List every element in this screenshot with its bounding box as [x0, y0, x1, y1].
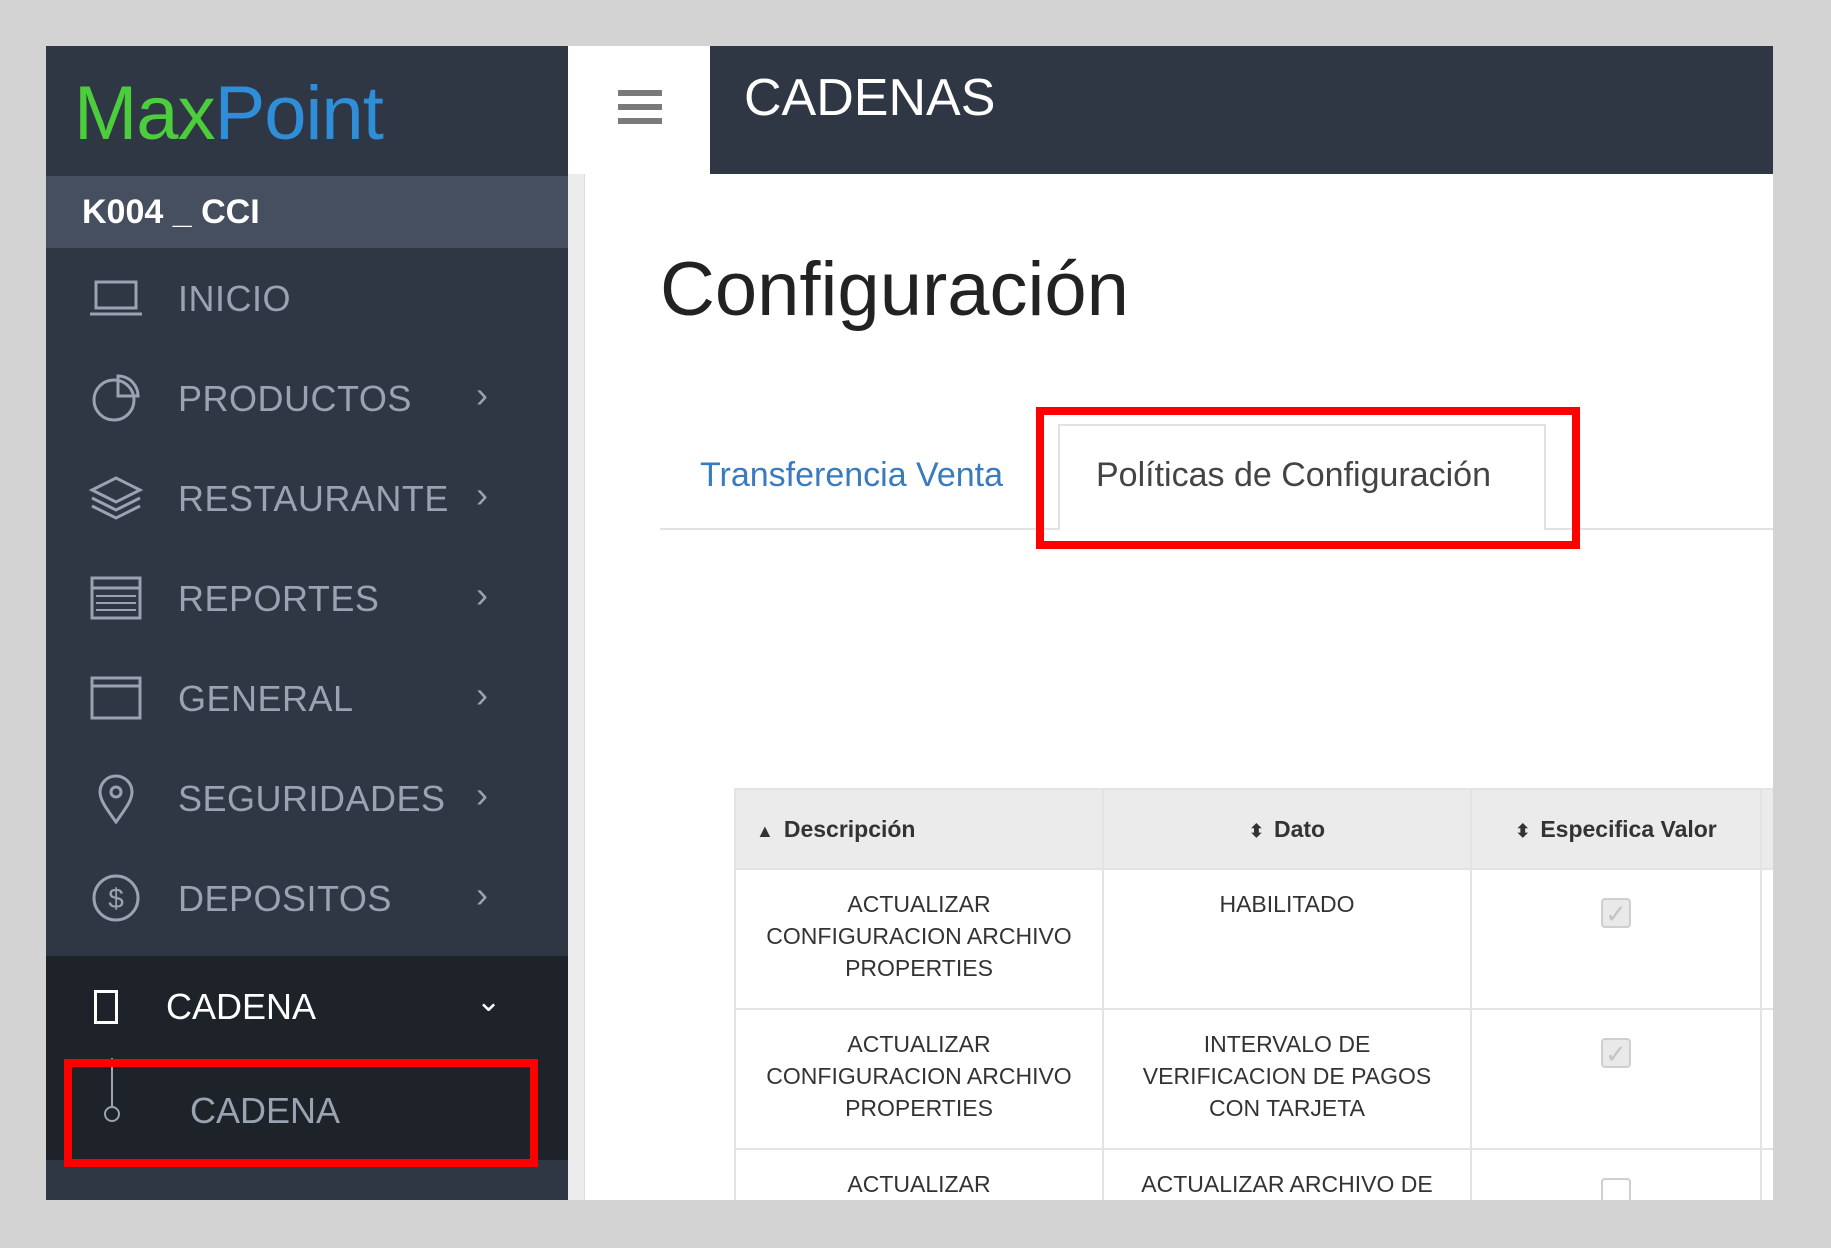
column-header-more — [1760, 788, 1773, 870]
chevron-right-icon: › — [476, 674, 488, 715]
topbar-title: CADENAS — [744, 69, 996, 127]
chevron-right-icon: › — [476, 374, 488, 415]
map-pin-icon — [98, 774, 134, 824]
hamburger-icon — [618, 104, 662, 110]
maxpoint-logo[interactable]: MaxPoint — [74, 70, 384, 157]
table-header-row: ▲ Descripción ⬍ Dato ⬍ Especifica Valor — [734, 788, 1773, 870]
highlight-box-tab — [1036, 407, 1580, 549]
sidebar-item-label: INICIO — [178, 278, 292, 319]
tab-transferencia-venta[interactable]: Transferencia Venta — [700, 456, 1003, 495]
sidebar: MaxPoint K004 _ CCI INICIO PRODUCTOS › R… — [46, 46, 568, 1200]
sidebar-item-reportes[interactable]: REPORTES › — [46, 548, 568, 648]
layers-icon — [88, 476, 144, 520]
table-row[interactable]: ACTUALIZAR ACTUALIZAR ARCHIVO DE — [734, 1148, 1773, 1200]
laptop-icon — [90, 280, 142, 316]
sidebar-item-cadena[interactable]: CADENA ⌄ — [46, 956, 568, 1056]
chevron-right-icon: › — [476, 774, 488, 815]
sort-icon: ⬍ — [1515, 820, 1531, 841]
sidebar-item-label: REPORTES — [178, 578, 380, 619]
cell-dato: INTERVALO DE VERIFICACION DE PAGOS CON TAR… — [1102, 1008, 1472, 1150]
chevron-right-icon: › — [476, 874, 488, 915]
checkbox-checked[interactable]: ✓ — [1601, 1038, 1631, 1068]
column-header-descripcion[interactable]: ▲ Descripción — [734, 788, 1104, 870]
chevron-right-icon: › — [476, 574, 488, 615]
app-window: MaxPoint K004 _ CCI INICIO PRODUCTOS › R… — [46, 46, 1773, 1200]
sidebar-item-general[interactable]: GENERAL › — [46, 648, 568, 748]
sidebar-item-label: RESTAURANTE — [178, 478, 449, 519]
cell-especifica-valor: ✓ — [1470, 868, 1762, 1010]
cell-especifica-valor: ✓ — [1470, 1008, 1762, 1150]
sidebar-item-label: SEGURIDADES — [178, 778, 446, 819]
column-header-especifica-valor[interactable]: ⬍ Especifica Valor — [1470, 788, 1762, 870]
cell-dato: ACTUALIZAR ARCHIVO DE — [1102, 1148, 1472, 1200]
highlight-box-cadena — [64, 1059, 538, 1167]
cell-descripcion: ACTUALIZAR — [734, 1148, 1104, 1200]
table-row[interactable]: ACTUALIZAR CONFIGURACION ARCHIVO PROPERTIE… — [734, 1008, 1773, 1150]
pie-chart-icon — [92, 374, 140, 422]
checkbox-unchecked[interactable] — [1601, 1178, 1631, 1200]
sidebar-item-depositos[interactable]: $ DEPOSITOS › — [46, 848, 568, 948]
policies-table: ▲ Descripción ⬍ Dato ⬍ Especifica Valor ACT… — [734, 788, 1773, 1200]
tablet-icon — [94, 990, 118, 1024]
sidebar-item-label: DEPOSITOS — [178, 878, 392, 919]
column-header-dato[interactable]: ⬍ Dato — [1102, 788, 1472, 870]
sidebar-item-inicio[interactable]: INICIO — [46, 248, 568, 348]
sidebar-item-label: PRODUCTOS — [178, 378, 412, 419]
content-border — [568, 174, 585, 1200]
sidebar-item-label: CADENA — [166, 986, 317, 1027]
window-icon — [90, 676, 142, 720]
table-row[interactable]: ACTUALIZAR CONFIGURACION ARCHIVO PROPERTIE… — [734, 868, 1773, 1010]
hamburger-icon — [618, 90, 662, 96]
store-label: K004 _ CCI — [46, 176, 568, 248]
hamburger-icon — [618, 118, 662, 124]
sidebar-item-restaurante[interactable]: RESTAURANTE › — [46, 448, 568, 548]
svg-text:$: $ — [108, 883, 124, 914]
menu-toggle-button[interactable] — [568, 46, 710, 170]
cell-dato: HABILITADO — [1102, 868, 1472, 1010]
cell-especifica-valor — [1470, 1148, 1762, 1200]
sort-asc-icon: ▲ — [756, 820, 774, 841]
sidebar-item-label: GENERAL — [178, 678, 354, 719]
chevron-down-icon: ⌄ — [476, 985, 502, 1018]
sidebar-item-seguridades[interactable]: SEGURIDADES › — [46, 748, 568, 848]
sidebar-item-productos[interactable]: PRODUCTOS › — [46, 348, 568, 448]
cell-descripcion: ACTUALIZAR CONFIGURACION ARCHIVO PROPERTIE… — [734, 1008, 1104, 1150]
chevron-right-icon: › — [476, 474, 488, 515]
top-bar: CADENAS — [710, 46, 1773, 174]
report-icon — [90, 576, 142, 620]
cell-descripcion: ACTUALIZAR CONFIGURACION ARCHIVO PROPERTIE… — [734, 868, 1104, 1010]
dollar-icon: $ — [92, 874, 140, 922]
sort-icon: ⬍ — [1248, 820, 1264, 841]
page-title: Configuración — [660, 247, 1129, 332]
checkbox-checked[interactable]: ✓ — [1601, 898, 1631, 928]
